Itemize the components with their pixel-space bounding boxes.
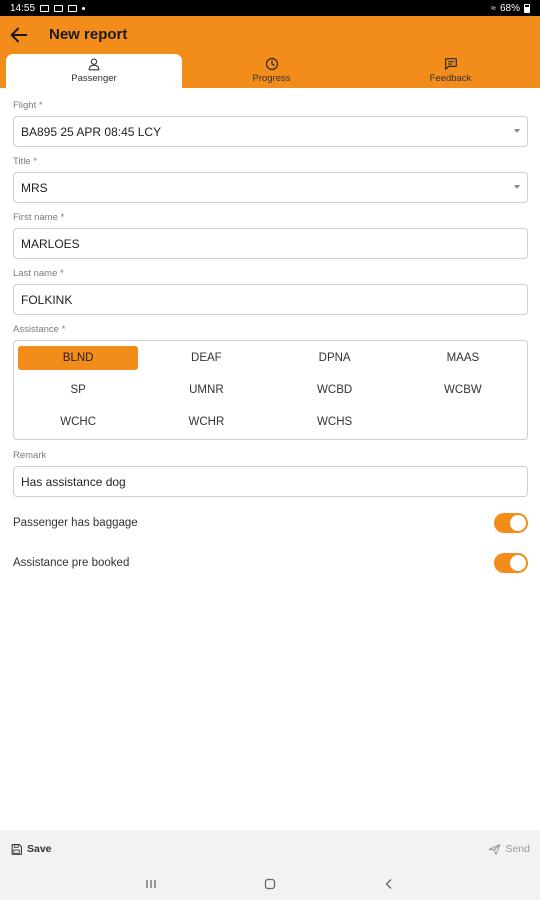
baggage-toggle-label: Passenger has baggage (13, 517, 138, 529)
shield-icon (54, 4, 64, 12)
assistance-option-wcbw[interactable]: WCBW (403, 378, 523, 402)
title-label: Title * (13, 156, 37, 167)
title-value: MRS (21, 180, 48, 195)
toggle-knob (510, 555, 526, 571)
last-name-field[interactable]: FOLKINK (13, 284, 528, 315)
app-bar: New report Passenger Progress Feedback (0, 16, 540, 88)
wifi-icon: ≈ (491, 3, 496, 13)
tab-label: Passenger (71, 73, 117, 84)
person-icon (88, 58, 100, 71)
assistance-option-deaf[interactable]: DEAF (146, 346, 266, 370)
tab-label: Progress (252, 73, 291, 84)
tab-passenger[interactable]: Passenger (6, 54, 182, 88)
back-arrow-icon[interactable] (8, 24, 30, 46)
last-name-value: FOLKINK (21, 292, 73, 307)
assistance-option-sp[interactable]: SP (18, 378, 138, 402)
passenger-form: Flight * BA895 25 APR 08:45 LCY Title * … (13, 100, 528, 591)
clock-icon (265, 57, 278, 71)
tab-feedback[interactable]: Feedback (361, 54, 540, 88)
tab-bar: Passenger Progress Feedback (6, 54, 540, 88)
system-nav-bar (0, 868, 540, 900)
assistance-option-blnd[interactable]: BLND (18, 346, 139, 370)
assistance-option-wchs[interactable]: WCHS (275, 410, 395, 434)
status-bar: 14:55 ≈ 68% (0, 0, 540, 16)
assistance-label: Assistance * (13, 324, 66, 335)
tab-label: Feedback (429, 73, 472, 84)
remark-label: Remark (13, 450, 47, 461)
first-name-label: First name * (13, 212, 65, 223)
send-icon (489, 843, 501, 855)
notification-icon (40, 4, 50, 12)
battery-level: 68% (499, 2, 520, 14)
app-notification-icon (68, 4, 78, 12)
last-name-label: Last name * (13, 268, 64, 279)
dropdown-caret-icon (514, 185, 520, 189)
save-icon (11, 843, 22, 855)
more-notifications-icon (82, 6, 86, 10)
tab-progress[interactable]: Progress (182, 54, 361, 88)
recent-apps-icon[interactable] (144, 877, 158, 891)
prebooked-toggle-row: Assistance pre booked (13, 551, 528, 575)
flight-label: Flight * (13, 100, 43, 111)
prebooked-toggle-label: Assistance pre booked (13, 557, 130, 569)
send-button[interactable]: Send (488, 843, 530, 856)
save-button[interactable]: Save (10, 843, 52, 856)
baggage-toggle-row: Passenger has baggage (13, 511, 528, 535)
status-time: 14:55 (10, 2, 36, 14)
assistance-option-wchc[interactable]: WCHC (18, 410, 138, 434)
system-back-icon[interactable] (382, 877, 396, 891)
chat-icon (444, 58, 457, 70)
battery-icon (524, 3, 530, 13)
assistance-option-wcbd[interactable]: WCBD (275, 378, 395, 402)
assistance-option-maas[interactable]: MAAS (403, 346, 523, 370)
save-label: Save (27, 843, 52, 855)
assistance-option-dpna[interactable]: DPNA (275, 346, 395, 370)
toggle-knob (510, 515, 526, 531)
send-label: Send (505, 843, 530, 855)
flight-value: BA895 25 APR 08:45 LCY (21, 124, 162, 139)
remark-value: Has assistance dog (21, 474, 126, 489)
first-name-field[interactable]: MARLOES (13, 228, 528, 259)
first-name-value: MARLOES (21, 236, 80, 251)
dropdown-caret-icon (514, 129, 520, 133)
prebooked-toggle[interactable] (494, 553, 528, 573)
home-icon[interactable] (263, 877, 277, 891)
page-title: New report (49, 26, 128, 43)
title-select[interactable]: MRS (13, 172, 528, 203)
baggage-toggle[interactable] (494, 513, 528, 533)
assistance-options: BLND DEAF DPNA MAAS SP UMNR WCBD WCBW WC… (13, 340, 528, 440)
assistance-option-wchr[interactable]: WCHR (146, 410, 266, 434)
action-bar: Save Send (0, 830, 540, 868)
flight-select[interactable]: BA895 25 APR 08:45 LCY (13, 116, 528, 147)
remark-field[interactable]: Has assistance dog (13, 466, 528, 497)
assistance-option-umnr[interactable]: UMNR (146, 378, 266, 402)
